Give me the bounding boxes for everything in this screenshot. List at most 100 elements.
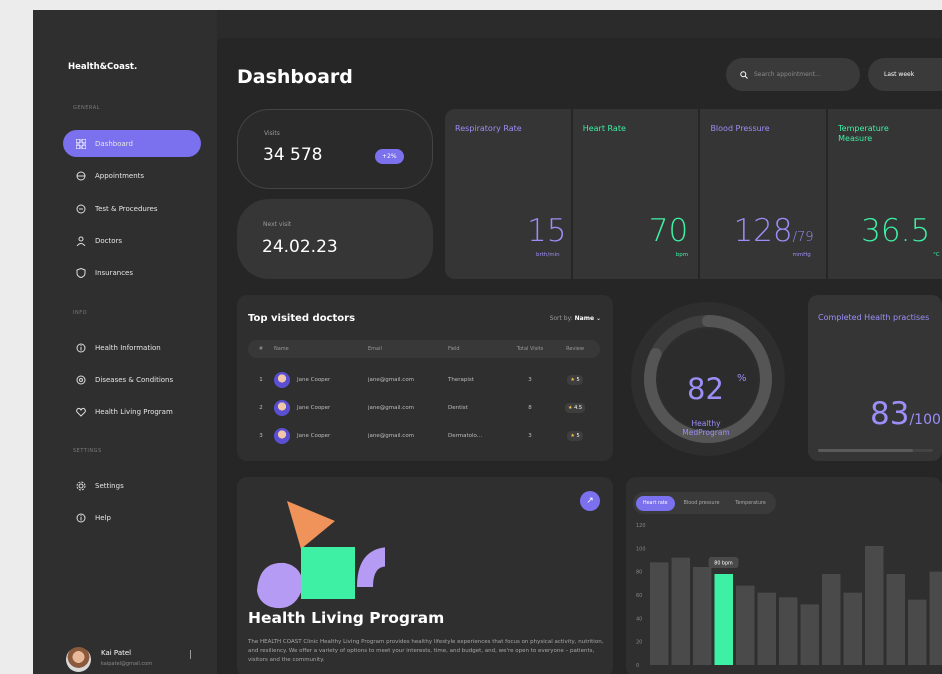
open-program-button[interactable]: ↗	[580, 491, 600, 511]
sidebar-item-health-information[interactable]: Health Information	[63, 334, 201, 361]
doctor-email: jane@gmail.com	[368, 377, 415, 383]
star-icon: ★	[570, 377, 575, 383]
y-tick-label: 0	[636, 663, 639, 669]
star-icon: ★	[570, 433, 575, 439]
chart-bar[interactable]	[843, 592, 863, 665]
avatar	[274, 372, 290, 388]
doctor-review: ★ 5	[550, 375, 600, 385]
shield-icon	[75, 267, 86, 278]
heart-rate-bar-chart: 120 100 80 60 40 20 0 80 bpm	[636, 523, 942, 669]
chart-bar[interactable]	[800, 604, 820, 665]
test-icon	[75, 203, 86, 214]
doctor-email: jane@gmail.com	[368, 433, 415, 439]
search-input[interactable]: Search appointment...	[726, 58, 860, 91]
chart-bar[interactable]	[822, 574, 841, 665]
vital-value-suffix: /79	[792, 230, 814, 245]
chart-bar[interactable]	[779, 597, 798, 665]
top-doctors-title: Top visited doctors	[248, 313, 356, 324]
table-row[interactable]: 1 Jane Cooper jane@gmail.com Therapist 3…	[248, 370, 600, 390]
doctor-email: jane@gmail.com	[368, 405, 415, 411]
chart-bar[interactable]	[736, 585, 755, 665]
section-info: INFO	[73, 310, 88, 316]
avatar	[66, 647, 91, 672]
bar-tooltip-label: 80 bpm	[714, 561, 733, 567]
completed-progress-fill	[818, 449, 914, 452]
doctor-name: Jane Cooper	[297, 433, 331, 439]
star-icon: ★	[567, 405, 573, 411]
sidebar-item-health-living-program[interactable]: Health Living Program	[63, 398, 201, 425]
ring-value: 82	[687, 372, 724, 406]
period-value: Last week	[884, 71, 915, 78]
next-visit-label: Next visit	[263, 221, 292, 228]
vital-value: 36.5	[861, 213, 931, 249]
sidebar-item-label: Help	[95, 513, 111, 522]
user-profile[interactable]: Kai Patel kaipatel@gmail.com	[66, 645, 216, 674]
sidebar-item-label: Insurances	[95, 268, 133, 277]
page-title: Dashboard	[237, 66, 353, 88]
doctor-visits: 3	[528, 433, 532, 439]
vital-unit: brth/min	[536, 252, 560, 258]
chart-bar[interactable]	[714, 574, 734, 665]
vitals-panel: Respiratory Rate 15 brth/min Heart Rate …	[445, 109, 942, 279]
completed-practises-card: Completed Health practises 83/100	[808, 295, 942, 461]
row-index: 3	[259, 433, 263, 439]
sidebar-item-doctors[interactable]: Doctors	[63, 227, 201, 254]
completed-main: 83	[870, 396, 910, 432]
visits-card: Visits 34 578 +2%	[237, 109, 433, 189]
arrow-up-right-icon: ↗	[586, 496, 594, 506]
sidebar-item-tests[interactable]: Test & Procedures	[63, 195, 201, 222]
doctor-name: Jane Cooper	[297, 377, 331, 383]
chart-bar[interactable]	[693, 567, 712, 665]
sort-dropdown[interactable]: Sort by: Name ⌄	[550, 315, 601, 322]
sidebar-item-label: Diseases & Conditions	[95, 375, 174, 384]
chart-bar[interactable]	[671, 557, 691, 665]
table-row[interactable]: 3 Jane Cooper jane@gmail.com Dermatolo..…	[248, 426, 600, 446]
doctor-cell: Jane Cooper	[274, 428, 368, 444]
sidebar: Health&Coast. GENERAL Dashboard Appointm…	[33, 10, 217, 674]
y-tick-label: 60	[636, 593, 642, 599]
sidebar-item-help[interactable]: Help	[63, 504, 201, 531]
sidebar-item-diseases[interactable]: Diseases & Conditions	[63, 366, 201, 393]
heart-icon	[75, 406, 86, 417]
sidebar-item-label: Doctors	[95, 236, 123, 245]
tab-blood-pressure[interactable]: Blood pressure	[677, 496, 727, 511]
doctor-name: Jane Cooper	[297, 405, 331, 411]
doctor-cell: Jane Cooper	[274, 400, 368, 416]
tab-temperature[interactable]: Temperature	[728, 496, 772, 511]
app-window: Health&Coast. GENERAL Dashboard Appointm…	[33, 10, 942, 674]
chart-bar[interactable]	[650, 562, 669, 665]
doctor-review: ★ 4.5	[550, 403, 600, 413]
vital-value: 128/79	[733, 213, 813, 249]
visits-change-badge: +2%	[375, 149, 404, 164]
y-tick-label: 120	[636, 523, 646, 529]
program-description: The HEALTH COAST Clinic Healthy Living P…	[248, 639, 604, 663]
chart-bar[interactable]	[908, 599, 927, 665]
top-doctors-card: Top visited doctors Sort by: Name ⌄ # Na…	[237, 295, 613, 461]
help-icon	[75, 512, 86, 523]
vital-unit: bpm	[675, 252, 689, 258]
chart-bar[interactable]	[757, 592, 777, 665]
chart-bar[interactable]	[886, 574, 906, 665]
chart-bar[interactable]	[929, 571, 942, 665]
profile-name: Kai Patel	[101, 649, 132, 657]
sidebar-item-settings[interactable]: Settings	[63, 472, 201, 499]
profile-email: kaipatel@gmail.com	[101, 661, 153, 667]
chart-bar[interactable]	[865, 546, 884, 665]
completed-value: 83/100	[870, 396, 941, 432]
table-row[interactable]: 2 Jane Cooper jane@gmail.com Dentist 8 ★…	[248, 398, 600, 418]
more-icon[interactable]	[190, 650, 192, 659]
period-select[interactable]: Last week ⌄	[868, 58, 942, 91]
section-general: GENERAL	[73, 105, 100, 111]
tab-heart-rate[interactable]: Heart rate	[636, 495, 675, 511]
vital-heart-rate: Heart Rate 70 bpm	[572, 109, 699, 279]
program-title: Health Living Program	[248, 609, 445, 627]
doctor-field: Dentist	[448, 405, 468, 411]
y-tick-label: 20	[636, 640, 642, 646]
sidebar-item-dashboard[interactable]: Dashboard	[63, 130, 201, 157]
chart-tabs: Heart rate Blood pressure Temperature	[633, 492, 776, 514]
review-value: 5	[576, 377, 580, 383]
sidebar-item-appointments[interactable]: Appointments	[63, 162, 201, 189]
column-header: Name	[274, 346, 289, 352]
vital-respiratory-rate: Respiratory Rate 15 brth/min	[445, 109, 571, 279]
sidebar-item-insurances[interactable]: Insurances	[63, 259, 201, 286]
